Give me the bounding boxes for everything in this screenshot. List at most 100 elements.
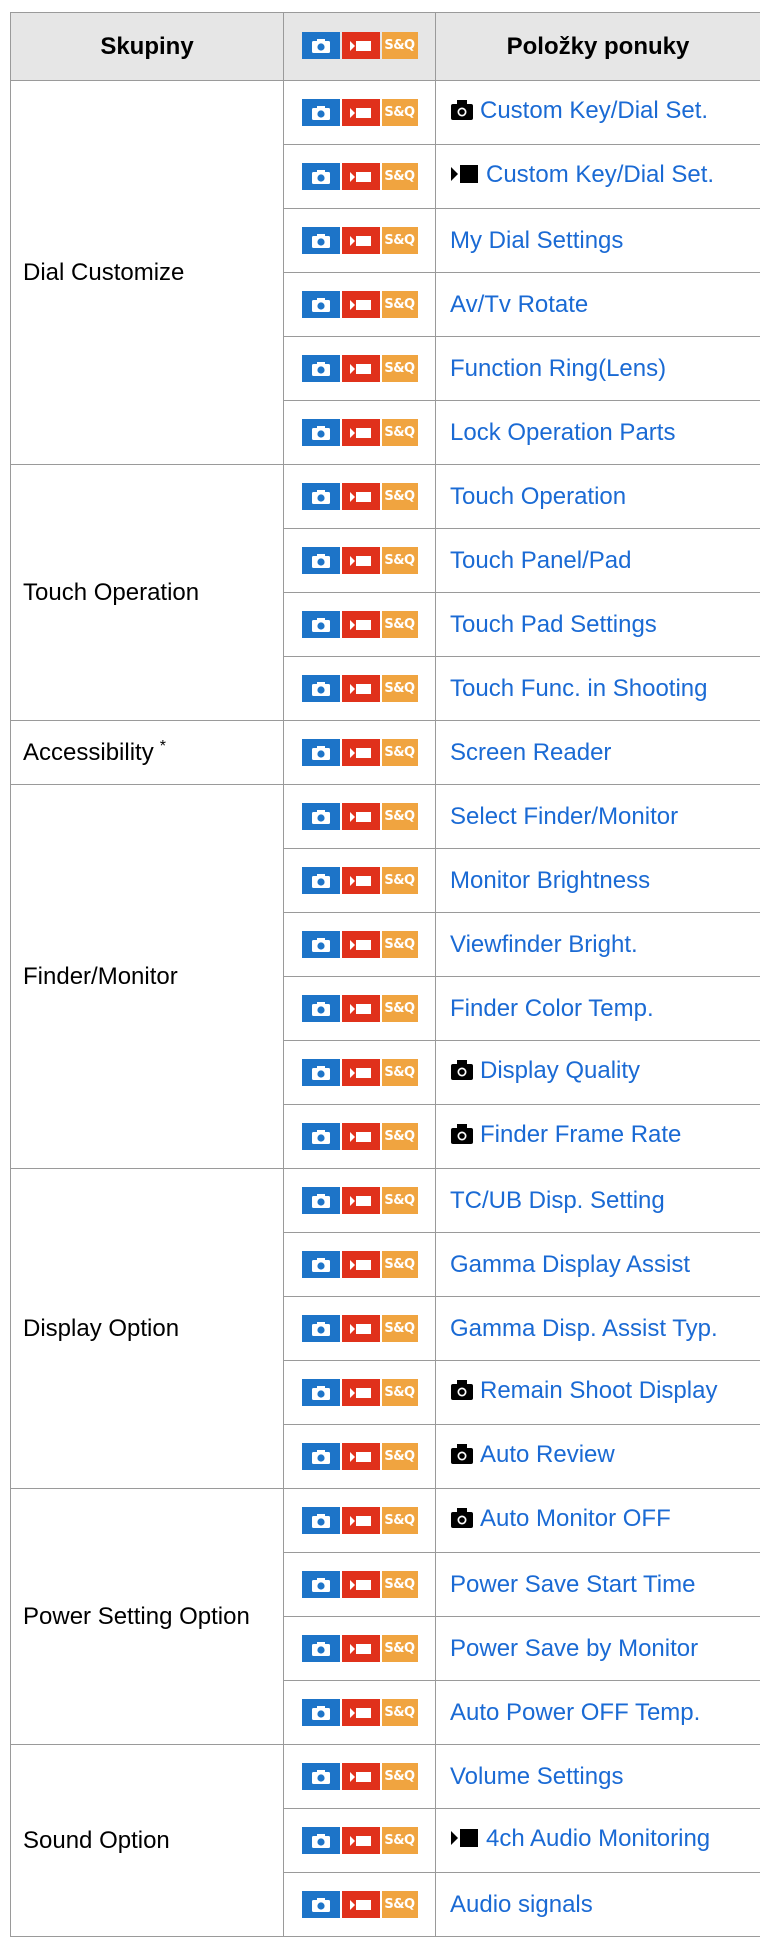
menu-item-link[interactable]: Gamma Display Assist (450, 1251, 690, 1278)
sq-mode-icon: S&Q (382, 675, 418, 702)
menu-item-link[interactable]: Auto Monitor OFF (480, 1505, 671, 1532)
mode-icons-cell: S&Q (284, 1745, 436, 1809)
group-label: Accessibility (23, 739, 154, 766)
mode-icons-cell: S&Q (284, 145, 436, 209)
header-groups: Skupiny (11, 13, 284, 81)
table-row: Finder/MonitorS&QSelect Finder/Monitor (11, 785, 760, 849)
sq-mode-icon: S&Q (382, 995, 418, 1022)
movie-mode-icon (342, 995, 380, 1022)
menu-item-cell: Auto Power OFF Temp. (436, 1681, 760, 1745)
sq-mode-icon: S&Q (382, 1507, 418, 1534)
menu-item-link[interactable]: Power Save by Monitor (450, 1635, 698, 1662)
sq-mode-icon: S&Q (382, 419, 418, 446)
sq-mode-icon: S&Q (382, 867, 418, 894)
mode-icons: S&Q (302, 867, 418, 894)
menu-item-link[interactable]: Remain Shoot Display (480, 1377, 717, 1404)
menu-item-link[interactable]: Touch Func. in Shooting (450, 675, 708, 702)
menu-item-cell: Gamma Display Assist (436, 1233, 760, 1297)
menu-item-link[interactable]: My Dial Settings (450, 227, 623, 254)
menu-item-link[interactable]: Audio signals (450, 1891, 593, 1918)
menu-item-link[interactable]: Power Save Start Time (450, 1571, 695, 1598)
mode-icons: S&Q (302, 675, 418, 702)
camera-mode-icon (302, 32, 340, 59)
camera-mode-icon (302, 291, 340, 318)
menu-item-cell: Touch Panel/Pad (436, 529, 760, 593)
table-row: Power Setting OptionS&QAuto Monitor OFF (11, 1489, 760, 1553)
camera-icon (450, 99, 474, 128)
menu-item-link[interactable]: Auto Power OFF Temp. (450, 1699, 700, 1726)
camera-icon (450, 1059, 474, 1088)
menu-item-link[interactable]: Gamma Disp. Assist Typ. (450, 1315, 718, 1342)
mode-icons: S&Q (302, 611, 418, 638)
mode-icons-cell: S&Q (284, 1361, 436, 1425)
sq-mode-icon: S&Q (382, 1571, 418, 1598)
menu-item-link[interactable]: Auto Review (480, 1441, 615, 1468)
mode-icons: S&Q (302, 547, 418, 574)
menu-item-link[interactable]: Viewfinder Bright. (450, 931, 638, 958)
menu-item-link[interactable]: Touch Operation (450, 483, 626, 510)
menu-item-link[interactable]: 4ch Audio Monitoring (486, 1825, 710, 1852)
movie-mode-icon (342, 483, 380, 510)
menu-item-link[interactable]: Function Ring(Lens) (450, 355, 666, 382)
camera-mode-icon (302, 355, 340, 382)
menu-item-link[interactable]: Av/Tv Rotate (450, 291, 588, 318)
mode-icons: S&Q (302, 419, 418, 446)
camera-mode-icon (302, 1187, 340, 1214)
mode-icons-cell: S&Q (284, 1105, 436, 1169)
group-name: Finder/Monitor (11, 785, 284, 1169)
group-name: Touch Operation (11, 465, 284, 721)
menu-item-link[interactable]: Touch Pad Settings (450, 611, 657, 638)
menu-item-link[interactable]: Custom Key/Dial Set. (480, 97, 708, 124)
sq-mode-icon: S&Q (382, 1891, 418, 1918)
mode-icons-cell: S&Q (284, 209, 436, 273)
menu-item-link[interactable]: TC/UB Disp. Setting (450, 1187, 665, 1214)
mode-icons-cell: S&Q (284, 849, 436, 913)
movie-mode-icon (342, 1571, 380, 1598)
menu-item-cell: Select Finder/Monitor (436, 785, 760, 849)
sq-mode-icon: S&Q (382, 291, 418, 318)
menu-item-link[interactable]: Touch Panel/Pad (450, 547, 631, 574)
movie-mode-icon (342, 1059, 380, 1086)
mode-icons-cell: S&Q (284, 1041, 436, 1105)
sq-mode-icon: S&Q (382, 1123, 418, 1150)
sq-mode-icon: S&Q (382, 1443, 418, 1470)
movie-mode-icon (342, 1187, 380, 1214)
movie-icon (450, 1827, 480, 1856)
menu-item-link[interactable]: Monitor Brightness (450, 867, 650, 894)
movie-icon (450, 163, 480, 192)
menu-item-cell: Custom Key/Dial Set. (436, 81, 760, 145)
menu-item-link[interactable]: Volume Settings (450, 1763, 623, 1790)
menu-item-cell: Av/Tv Rotate (436, 273, 760, 337)
mode-icons-cell: S&Q (284, 1297, 436, 1361)
menu-item-link[interactable]: Custom Key/Dial Set. (486, 161, 714, 188)
mode-icons-cell: S&Q (284, 465, 436, 529)
sq-mode-icon: S&Q (382, 739, 418, 766)
mode-icons-cell: S&Q (284, 1489, 436, 1553)
menu-item-cell: Touch Pad Settings (436, 593, 760, 657)
mode-icons: S&Q (302, 803, 418, 830)
menu-item-cell: Custom Key/Dial Set. (436, 145, 760, 209)
group-name: Sound Option (11, 1745, 284, 1937)
camera-mode-icon (302, 1379, 340, 1406)
menu-item-link[interactable]: Lock Operation Parts (450, 419, 675, 446)
movie-mode-icon (342, 675, 380, 702)
sq-mode-icon: S&Q (382, 99, 418, 126)
menu-item-link[interactable]: Display Quality (480, 1057, 640, 1084)
group-label: Touch Operation (23, 579, 199, 606)
movie-mode-icon (342, 739, 380, 766)
menu-item-link[interactable]: Screen Reader (450, 739, 611, 766)
menu-item-link[interactable]: Finder Frame Rate (480, 1121, 681, 1148)
mode-icons-cell: S&Q (284, 1681, 436, 1745)
menu-item-cell: Lock Operation Parts (436, 401, 760, 465)
menu-item-cell: Gamma Disp. Assist Typ. (436, 1297, 760, 1361)
sq-mode-icon: S&Q (382, 1251, 418, 1278)
menu-item-cell: Touch Func. in Shooting (436, 657, 760, 721)
menu-item-link[interactable]: Finder Color Temp. (450, 995, 654, 1022)
movie-mode-icon (342, 1251, 380, 1278)
sq-mode-icon: S&Q (382, 32, 418, 59)
camera-mode-icon (302, 739, 340, 766)
mode-icons: S&Q (302, 1443, 418, 1470)
camera-mode-icon (302, 1443, 340, 1470)
camera-mode-icon (302, 1571, 340, 1598)
menu-item-link[interactable]: Select Finder/Monitor (450, 803, 678, 830)
